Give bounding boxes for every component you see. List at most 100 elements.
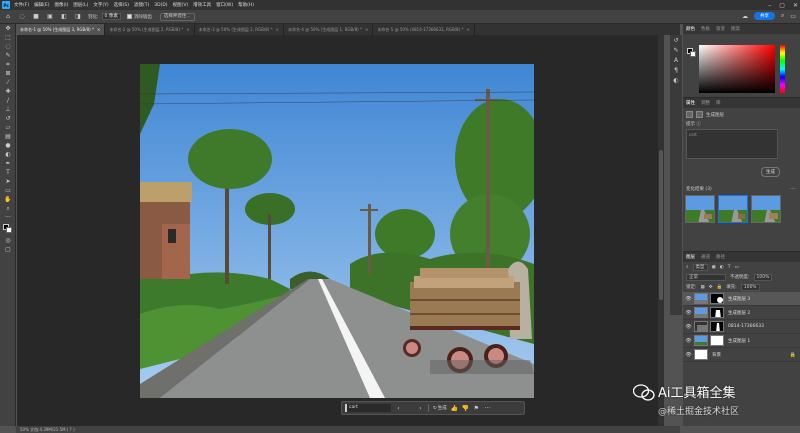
filter-search-icon[interactable]: ⌕ [686,264,689,270]
lock-all-icon[interactable]: 🔒 [717,285,723,290]
select-and-mask-button[interactable]: 选择并遮住... [159,12,195,21]
variation-thumbnail[interactable] [751,195,781,223]
tab-layers[interactable]: 图层 [686,254,695,260]
more-tools-icon[interactable]: ··· [0,213,16,222]
search-icon[interactable]: ⌕ [781,12,784,20]
thumbs-up-icon[interactable]: 👍 [451,405,458,412]
close-tab-icon[interactable]: × [276,27,279,32]
brush-tool-icon[interactable]: / [0,96,16,105]
menu-view[interactable]: 视图(V) [173,2,189,8]
minimize-icon[interactable]: – [768,2,771,9]
shape-tool-icon[interactable]: ▭ [0,186,16,195]
layer-row-generative-2[interactable]: 👁 生成图层 2 [683,306,800,320]
close-tab-icon[interactable]: × [97,27,100,32]
layer-mask-thumbnail[interactable] [710,293,724,304]
layer-kind-select[interactable]: 类型 [692,263,708,271]
menu-help[interactable]: 帮助(H) [238,2,254,8]
variation-thumbnail[interactable] [685,195,715,223]
tab-document-2[interactable]: 未命名-2 @ 50% (生成图层 2, RGB/8) * × [105,24,195,35]
quick-select-tool-icon[interactable]: ✎ [0,51,16,60]
tab-document-3[interactable]: 未命名-3 @ 50% (生成图层 2, RGB/8) * × [195,24,284,35]
layer-mask-thumbnail[interactable] [710,307,724,318]
eye-icon[interactable]: 👁 [685,352,692,358]
move-tool-icon[interactable]: ✥ [0,24,16,33]
layer-mask-thumbnail[interactable] [710,335,724,346]
filter-type-icon[interactable]: T [728,265,731,270]
history-icon[interactable]: ↺ [670,35,682,45]
menu-edit[interactable]: 编辑(E) [34,2,49,8]
intersect-selection-icon[interactable]: ◨ [74,13,82,21]
healing-brush-icon[interactable]: ✚ [0,87,16,96]
tab-document-1[interactable]: 未命名-1 @ 50% (生成图层 3, RGB/8) * × [16,24,106,35]
close-tab-icon[interactable]: × [466,27,469,32]
lock-pixels-icon[interactable]: ▦ [701,285,705,290]
filter-adjust-icon[interactable]: ◐ [720,265,724,270]
eraser-tool-icon[interactable]: ▱ [0,123,16,132]
marquee-tool-icon[interactable]: ⬚ [0,33,16,42]
more-options-icon[interactable]: ··· [484,405,491,412]
frame-tool-icon[interactable]: ⊠ [0,69,16,78]
menu-window[interactable]: 窗口(W) [216,2,233,8]
paragraph-panel-icon[interactable]: ¶ [670,65,682,75]
type-tool-icon[interactable]: T [0,168,16,177]
fill-input[interactable]: 100% [740,283,760,291]
tab-libraries[interactable]: 库 [716,100,721,106]
menu-type[interactable]: 文字(Y) [93,2,108,8]
tab-document-5[interactable]: 未命名-5 @ 50% (0814-17366633, RGB/8) * × [373,24,475,35]
generate-button[interactable]: 生成 [761,167,780,177]
close-tab-icon[interactable]: × [186,27,189,32]
flag-icon[interactable]: ⚑ [473,405,480,412]
new-selection-icon[interactable]: ■ [32,13,40,21]
menu-layer[interactable]: 图层(L) [73,2,88,8]
color-swatches[interactable] [0,222,16,236]
background-swatch[interactable] [690,51,696,57]
eyedropper-tool-icon[interactable]: ⁄ [0,78,16,87]
layer-row-generative-1[interactable]: 👁 生成图层 1 [683,334,800,348]
add-selection-icon[interactable]: ▣ [46,13,54,21]
zoom-tool-icon[interactable]: ⌕ [0,204,16,213]
layer-mask-thumbnail[interactable] [710,321,724,332]
generate-button[interactable]: ↻ 生成 [433,405,447,412]
menu-filter[interactable]: 滤镜(T) [134,2,149,8]
thumbs-down-icon[interactable]: 👎 [462,405,469,412]
layer-row-image[interactable]: 👁 0814-17366633 [683,320,800,334]
feather-input[interactable]: 0 像素 [101,13,121,20]
scrollbar-thumb[interactable] [659,150,663,300]
menu-select[interactable]: 选择(S) [114,2,129,8]
blend-mode-select[interactable]: 正常 [686,273,726,281]
next-variation-icon[interactable]: › [417,405,424,412]
share-button[interactable]: 共享 [753,12,775,20]
eye-icon[interactable]: 👁 [685,324,692,330]
subtract-selection-icon[interactable]: ◧ [60,13,68,21]
background-color[interactable] [6,227,12,233]
tab-swatches[interactable]: 色板 [701,26,710,32]
prompt-textarea[interactable]: cart [686,129,778,159]
hand-tool-icon[interactable]: ✋ [0,195,16,204]
clone-stamp-icon[interactable]: ⊥ [0,105,16,114]
tab-gradients[interactable]: 渐变 [716,26,725,32]
type-panel-icon[interactable]: A [670,55,682,65]
menu-file[interactable]: 文件(F) [14,2,29,8]
prompt-input[interactable]: cart [345,404,391,412]
home-icon[interactable]: ⌂ [4,13,12,21]
eye-icon[interactable]: 👁 [685,338,692,344]
close-icon[interactable]: ✕ [793,2,798,9]
document-canvas[interactable] [140,64,534,398]
eye-icon[interactable]: 👁 [685,296,692,302]
tab-properties[interactable]: 属性 [686,100,695,106]
tab-channels[interactable]: 通道 [701,254,710,260]
lock-position-icon[interactable]: ✥ [709,285,713,290]
path-select-icon[interactable]: ➤ [0,177,16,186]
tab-paths[interactable]: 路径 [716,254,725,260]
eye-icon[interactable]: 👁 [685,310,692,316]
tab-adjustments[interactable]: 调整 [701,100,710,106]
workspace-icon[interactable]: ▭ [790,13,796,20]
variations-more-icon[interactable]: ··· [790,186,795,192]
gradient-tool-icon[interactable]: ▤ [0,132,16,141]
adjustments-icon[interactable]: ◐ [670,75,682,85]
menu-3d[interactable]: 3D(D) [154,3,167,8]
tab-document-4[interactable]: 未命名-4 @ 50% (生成图层 1, RGB/8) * × [284,24,374,35]
cloud-icon[interactable]: ☁ [742,13,748,20]
menu-image[interactable]: 图像(I) [54,2,68,8]
previous-variation-icon[interactable]: ‹ [395,405,402,412]
